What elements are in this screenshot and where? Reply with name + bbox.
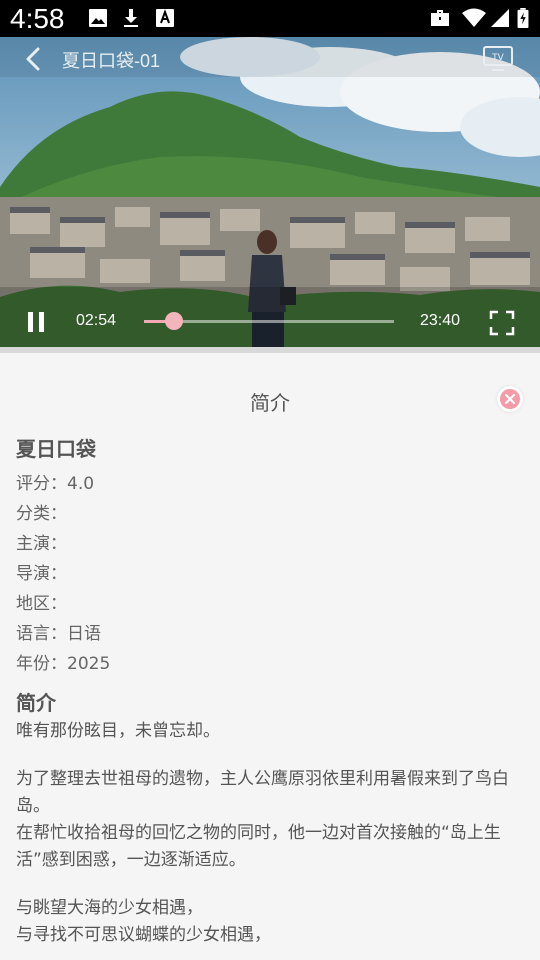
info-panel: 简介 夏日口袋 评分：4.0 分类： 主演： 导演： 地区： 语言：日语 年份：… [0,353,540,960]
seek-bar-thumb[interactable] [165,312,183,330]
field-label: 评分： [16,474,67,494]
field-value: 2025 [67,654,111,674]
field-label: 主演： [16,534,67,554]
synopsis-paragraph: 为了整理去世祖母的遗物，主人公鹰原羽依里利用暑假来到了鸟白岛。 在帮忙收拾祖母的… [16,769,509,870]
video-player[interactable]: 夏日口袋-01 TV 02:54 23:40 [0,37,540,347]
field-label: 语言： [16,624,67,644]
a-notification-icon [156,9,174,27]
field-language: 语言：日语 [16,619,101,644]
player-controls: 02:54 23:40 [0,293,540,347]
current-time: 02:54 [76,312,117,329]
back-arrow-icon[interactable] [20,45,48,73]
close-icon [504,393,516,405]
tv-cast-icon[interactable]: TV [482,44,514,72]
status-bar: 4:58 [0,0,540,37]
field-value: 4.0 [67,474,95,494]
wifi-icon [462,8,486,27]
seek-bar[interactable] [144,312,394,330]
field-cast: 主演： [16,529,67,554]
field-label: 分类： [16,504,67,524]
panel-title: 简介 [250,391,290,415]
player-top-bar: 夏日口袋-01 TV [0,37,540,81]
pause-icon[interactable] [24,309,50,335]
field-label: 导演： [16,564,67,584]
duration-time: 23:40 [420,312,461,329]
battery-charging-icon [517,8,529,28]
show-name: 夏日口袋 [16,437,96,461]
status-time: 4:58 [10,3,65,34]
field-label: 年份： [16,654,67,674]
synopsis-heading: 简介 [16,691,56,715]
field-director: 导演： [16,559,67,584]
field-year: 年份：2025 [16,649,110,674]
close-button[interactable] [497,386,523,412]
svg-text:TV: TV [491,53,504,63]
synopsis-paragraph: 唯有那份眩目，未曾忘却。 [16,721,220,741]
field-category: 分类： [16,499,67,524]
synopsis-paragraph: 与眺望大海的少女相遇， 与寻找不可思议蝴蝶的少女相遇， [16,898,271,945]
field-region: 地区： [16,589,67,614]
work-briefcase-icon [431,10,449,26]
video-title: 夏日口袋-01 [62,51,161,71]
field-value: 日语 [67,624,101,644]
signal-icon [491,9,509,27]
download-icon [124,9,138,27]
field-rating: 评分：4.0 [16,469,94,494]
image-icon [89,9,107,27]
fullscreen-icon[interactable] [489,310,515,336]
field-label: 地区： [16,594,67,614]
